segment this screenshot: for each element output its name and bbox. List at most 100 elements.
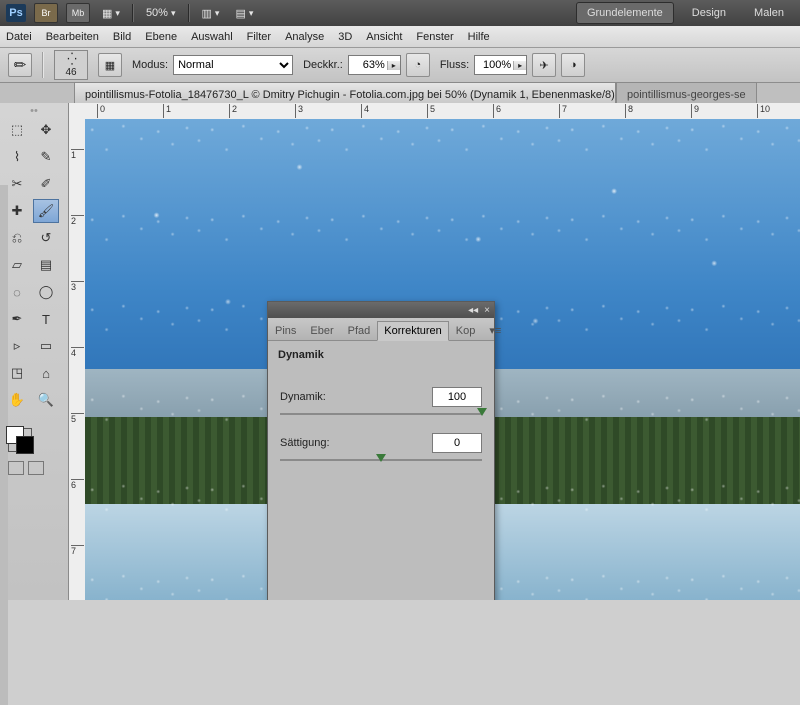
shape-tool[interactable]: ▭	[33, 334, 59, 358]
menu-filter[interactable]: Filter	[247, 31, 271, 43]
quickmask-icon[interactable]	[8, 461, 24, 475]
brush-panel-toggle-icon[interactable]: ▦	[98, 53, 122, 77]
ruler-tick: 6	[71, 479, 84, 490]
ruler-tick: 5	[71, 413, 84, 424]
panel-dock-scroll[interactable]	[0, 185, 8, 705]
vibrance-slider-label: Dynamik:	[280, 391, 326, 403]
screenmode-icon[interactable]	[28, 461, 44, 475]
screen-mode-dropdown[interactable]: ▦	[98, 7, 124, 20]
move-tool[interactable]: ✥	[33, 118, 59, 142]
background-swatch[interactable]	[16, 436, 34, 454]
panel-header[interactable]: ◂◂ ×	[268, 302, 494, 318]
saturation-slider[interactable]	[280, 459, 482, 461]
zoom-tool[interactable]: 🔍	[33, 388, 59, 412]
marquee-tool[interactable]: ⬚	[4, 118, 30, 142]
opacity-input[interactable]	[349, 59, 387, 71]
menu-analyse[interactable]: Analyse	[285, 31, 324, 43]
ruler-tick: 4	[361, 104, 369, 118]
menu-ansicht[interactable]: Ansicht	[366, 31, 402, 43]
ruler-tick: 3	[71, 281, 84, 292]
document-tab-title-2: pointillismus-georges-se	[627, 89, 746, 101]
panel-menu-icon[interactable]: ▾≡	[482, 320, 508, 340]
menu-hilfe[interactable]: Hilfe	[468, 31, 490, 43]
airbrush-icon[interactable]: ✈	[532, 53, 556, 77]
ruler-corner	[69, 103, 86, 120]
panel-tabs: Pins Eber Pfad Korrekturen Kop ▾≡	[268, 318, 494, 341]
menu-datei[interactable]: Datei	[6, 31, 32, 43]
opacity-field[interactable]: ▸	[348, 55, 401, 75]
document-tab-title: pointillismus-Fotolia_18476730_L © Dmitr…	[85, 89, 616, 101]
document-tab-active[interactable]: pointillismus-Fotolia_18476730_L © Dmitr…	[74, 82, 616, 105]
minibridge-icon[interactable]: Mb	[66, 3, 90, 23]
ruler-tick: 6	[493, 104, 501, 118]
menu-bild[interactable]: Bild	[113, 31, 131, 43]
ruler-tick: 1	[71, 149, 84, 160]
panel-tab-eber[interactable]: Eber	[303, 321, 340, 340]
panel-tab-korrekturen[interactable]: Korrekturen	[377, 321, 448, 341]
tool-panel: •• ⬚ ✥ ⌇ ✎ ✂ ✐ ✚ 🖌 ⎌ ↺ ▱ ▤ ◌ ◯ ✒ T ▹ ▭ ◳…	[0, 103, 69, 600]
blend-mode-select[interactable]: Normal	[173, 55, 293, 75]
eyedropper-tool[interactable]: ✐	[33, 172, 59, 196]
menubar: Datei Bearbeiten Bild Ebene Auswahl Filt…	[0, 26, 800, 48]
brush-size-label: 46	[65, 67, 76, 78]
opacity-flyout-icon[interactable]: ▸	[387, 61, 400, 70]
vibrance-slider-thumb[interactable]	[477, 408, 487, 416]
panel-tab-kop[interactable]: Kop	[449, 321, 483, 340]
flow-field[interactable]: ▸	[474, 55, 527, 75]
tool-preset-icon[interactable]: ✏	[8, 53, 32, 77]
workspace-button-design[interactable]: Design	[682, 3, 736, 23]
camera-tool[interactable]: ⌂	[33, 361, 59, 385]
close-panel-icon[interactable]: ×	[484, 305, 490, 316]
ruler-tick: 4	[71, 347, 84, 358]
panel-tab-pfad[interactable]: Pfad	[341, 321, 378, 340]
flow-flyout-icon[interactable]: ▸	[513, 61, 526, 70]
menu-ebene[interactable]: Ebene	[145, 31, 177, 43]
size-pressure-icon[interactable]: ◑	[561, 53, 585, 77]
menu-auswahl[interactable]: Auswahl	[191, 31, 233, 43]
saturation-slider-thumb[interactable]	[376, 454, 386, 462]
gradient-tool[interactable]: ▤	[33, 253, 59, 277]
ruler-tick: 7	[559, 104, 567, 118]
color-swatches[interactable]	[8, 428, 32, 452]
opacity-pressure-icon[interactable]: ◔	[406, 53, 430, 77]
ruler-tick: 9	[691, 104, 699, 118]
panel-tab-pins[interactable]: Pins	[268, 321, 303, 340]
menu-bearbeiten[interactable]: Bearbeiten	[46, 31, 99, 43]
lasso-tool[interactable]: ⌇	[4, 145, 30, 169]
workspace-button-grundelemente[interactable]: Grundelemente	[576, 2, 674, 24]
mode-label: Modus:	[132, 59, 168, 71]
dodge-tool[interactable]: ◯	[33, 280, 59, 304]
ruler-tick: 2	[71, 215, 84, 226]
brush-preset-picker[interactable]: ⁛ 46	[54, 50, 88, 80]
adjustment-title: Dynamik	[268, 341, 494, 369]
ruler-horizontal[interactable]: 0 1 2 3 4 5 6 7 8 9 10 11	[85, 103, 800, 120]
ruler-tick: 2	[229, 104, 237, 118]
history-brush-tool[interactable]: ↺	[33, 226, 59, 250]
brush-spatter-icon: ⁛	[67, 52, 75, 66]
saturation-slider-label: Sättigung:	[280, 437, 330, 449]
ruler-vertical[interactable]: 1 2 3 4 5 6 7 8	[69, 119, 86, 600]
collapse-icon[interactable]: ◂◂	[468, 305, 478, 316]
extras-dropdown[interactable]: ▤	[231, 7, 257, 20]
canvas-area: 0 1 2 3 4 5 6 7 8 9 10 11 1 2 3 4 5 6 7 …	[69, 103, 800, 600]
app-titlebar: Ps Br Mb ▦ 50% ▥ ▤ Grundelemente Design …	[0, 0, 800, 26]
bridge-icon[interactable]: Br	[34, 3, 58, 23]
quick-select-tool[interactable]: ✎	[33, 145, 59, 169]
flow-input[interactable]	[475, 59, 513, 71]
vibrance-value-input[interactable]	[432, 387, 482, 407]
zoom-value: 50%	[146, 7, 168, 19]
ruler-tick: 1	[163, 104, 171, 118]
type-tool[interactable]: T	[33, 307, 59, 331]
document-tab-inactive[interactable]: pointillismus-georges-se	[616, 82, 757, 105]
options-bar: ✏ ⁛ 46 ▦ Modus: Normal Deckkr.: ▸ ◔ Flus…	[0, 48, 800, 83]
panel-grip-icon[interactable]: ••	[4, 107, 64, 115]
brush-tool[interactable]: 🖌	[33, 199, 59, 223]
vibrance-slider[interactable]	[280, 413, 482, 415]
workspace-button-malen[interactable]: Malen	[744, 3, 794, 23]
arrange-dropdown[interactable]: ▥	[198, 7, 224, 20]
menu-3d[interactable]: 3D	[338, 31, 352, 43]
zoom-dropdown[interactable]: 50%	[142, 7, 180, 19]
menu-fenster[interactable]: Fenster	[416, 31, 453, 43]
saturation-value-input[interactable]	[432, 433, 482, 453]
ruler-tick: 5	[427, 104, 435, 118]
